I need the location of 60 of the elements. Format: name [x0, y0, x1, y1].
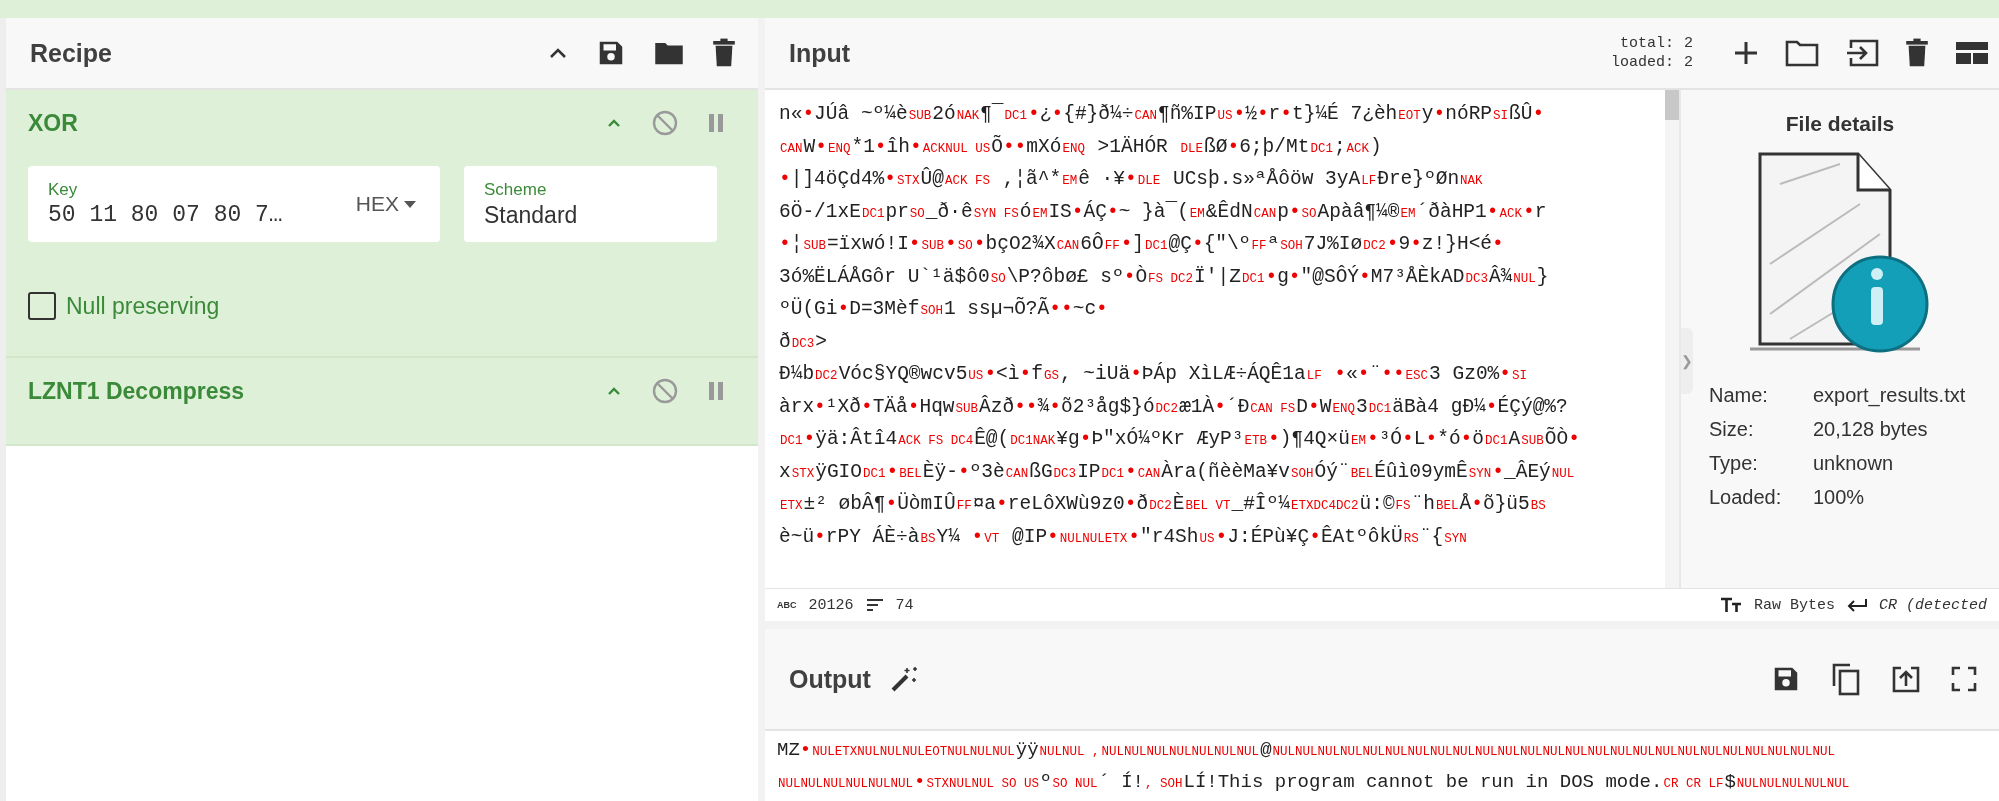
detail-label: Name:	[1709, 383, 1769, 408]
input-text-line: 3ó%ËLÁÅGôr U`¹ä$ô0SO\P?ôbø£ sº•ÒFS DC2 Ï'|ZDC1•g•"@SÔÝ•M7³ÅÈkADDC3Â¾NUL}	[779, 264, 1550, 290]
total-label: total:	[1619, 34, 1674, 53]
trash-icon[interactable]	[1905, 38, 1929, 68]
detail-value: unknown	[1813, 451, 1895, 476]
lines-icon	[865, 598, 884, 612]
encoding-button[interactable]: Raw Bytes	[1753, 596, 1835, 614]
input-text-line: àrx•¹Xð•TÄå•HqwSUBÂzð••¾•õ2³åg$}óDC2æ1À•´ÐCAN FSD•WENQ3DC1äBà4 gÐ¼•ÉÇý@%?	[779, 394, 1569, 420]
scheme-dropdown[interactable]: Scheme Standard	[464, 166, 717, 242]
input-text-line: ðDC3>	[779, 329, 828, 355]
detail-value: 20,128 bytes	[1813, 417, 1929, 442]
output-title: Output	[789, 664, 871, 694]
operation-title: LZNT1 Decompress	[28, 377, 244, 405]
character-count: 20126	[808, 596, 854, 614]
layout-icon[interactable]	[1955, 40, 1989, 66]
input-text-line: ETX±² øbÂ¶•ÜòmIÛ FF¤a•reLôXWù9z0•ð DC2 ÈBEL VT_#Îº¼ETXDC4DC2 ü:©FS¨h BELÅ•õ}ü5BS	[779, 491, 1547, 517]
scrollbar-thumb[interactable]	[1665, 90, 1679, 120]
input-text-line: n«•JÚâ ~º¼èSUB2óNAK¶¯DC1•¿•{#}ð¼÷CAN¶ñ%IPUS•½•r•t}¼É 7¿èh EOTy•nóRP SI ßÛ•	[779, 101, 1546, 127]
output-text-line: NULNULNULNULNULNUL•STXNULNUL SO US º SO NUL´ Í!, SOH LÍ!This program cannot be run in DOS mode.CR CR LF$NULNULNULNULNUL	[777, 770, 1851, 795]
characters-icon: ABC	[777, 600, 797, 610]
input-text-line: •¦SUB=ïxwó!I•SUB•SO•bçO2¾XCAN6Ô FF•]DC1@Ç•{"\º FF ª SOH 7J%Iø DC2•9•z!}H<é•	[779, 231, 1505, 257]
trash-icon[interactable]	[712, 38, 736, 68]
checkbox[interactable]	[28, 292, 56, 320]
sign-in-icon[interactable]	[1845, 38, 1879, 68]
input-text-line: Ð¼b DC2Vóc§YQ®wcv5US•<ì•fGS, ~iUä•ÞÁp XìLÆ÷ÁQÊ1a LF •«•¨••ESC3 Gz0%•SI	[779, 361, 1529, 387]
line-count: 74	[895, 596, 914, 614]
text-size-icon	[1719, 597, 1742, 613]
key-field[interactable]: Key 50 11 80 07 80 7… HEX	[28, 166, 440, 242]
line-ending-button[interactable]: CR (detected	[1878, 596, 1987, 614]
input-text-line: •|]4öÇd4%•STX Û@ACK FS ,¦ã^*EMê ·¥•DLE UCsþ.s»ªÅôöw 3yALFÐre}ºØn NAK	[779, 166, 1484, 192]
detail-label: Loaded:	[1709, 485, 1783, 510]
file-details-title: File details	[1785, 112, 1895, 136]
folder-icon[interactable]	[1785, 39, 1819, 67]
output-text-line: MZ•NULETXNULNULNULEOTNULNULNULÿÿNULNUL , NULNULNULNULNULNULNUL@NULNULNULNULNULNULNULNULNULNULNULNULNULNULNULNULNULNULNULNULNULNULNULNULNUL	[777, 738, 1837, 763]
input-text-line: xSTXÿGIO DC1•BEL Èÿ-•º3èCANßGDC3 IPDC1•CANÀra(ñèèMa¥v SOHÓý¨BELÉûì09ymÊSYN•_ÂEýNUL	[779, 459, 1576, 485]
loaded-count: 2	[1684, 53, 1693, 72]
total-count: 2	[1684, 34, 1693, 53]
detail-label: Type:	[1709, 451, 1759, 476]
caret-icon	[404, 200, 416, 208]
folder-icon[interactable]	[654, 40, 684, 66]
format-dropdown[interactable]: HEX	[355, 192, 416, 216]
operation-title: XOR	[28, 109, 78, 137]
copy-icon[interactable]	[1831, 662, 1861, 696]
fullscreen-icon[interactable]	[1951, 666, 1977, 692]
input-text-line: CANW•ENQ*1•îh•ACKNUL USÕ••mXó ENQ >1ÄHÓR DLEßØ•6;þ/Mt DC1;ACK)	[779, 134, 1383, 160]
input-text-line: 6Ö-/1xE DC1 prSO_ð·êSYN FS ó EM IS•ÁÇ•~ }à¯(EM&ÊdNCAN p•SOApàâ¶¼®EM´ðàHP1•ACK•r	[779, 199, 1548, 225]
checkbox-label[interactable]: Null preserving	[66, 292, 220, 320]
detail-value: export_results.txt	[1813, 383, 1966, 409]
input-text-line: DC1•ÿä:Âtî4ACK FS DC4Ê@(DC1NAK¥g•Þ"xÓ¼ºKr ÆyP³ ETB•)¶4Q×ü EM•³Ó•L•*ó•ö DC1ASUBÕÒ•	[779, 426, 1581, 452]
recipe-title: Recipe	[30, 38, 112, 68]
input-text-line: è~ü•rPY ÁÈ÷àBSY¼ •VT @IP•NULNULETX•"r4Sh US•J:ÉPù¥Ç•ÊAtºôkÜRS¨{SYN	[779, 524, 1468, 550]
chevron-up-icon[interactable]	[548, 46, 568, 60]
input-title: Input	[789, 38, 851, 68]
loaded-label: loaded:	[1610, 53, 1674, 72]
plus-icon[interactable]	[1733, 40, 1759, 66]
open-in-icon[interactable]	[1891, 664, 1921, 694]
detail-value: 100%	[1813, 485, 1866, 510]
input-text-line: ºÜ(Gi•D=3MèfSOH 1 ssµ¬Õ?Ã••~c•	[779, 296, 1109, 322]
return-icon	[1846, 598, 1867, 612]
detail-label: Size:	[1709, 417, 1755, 442]
